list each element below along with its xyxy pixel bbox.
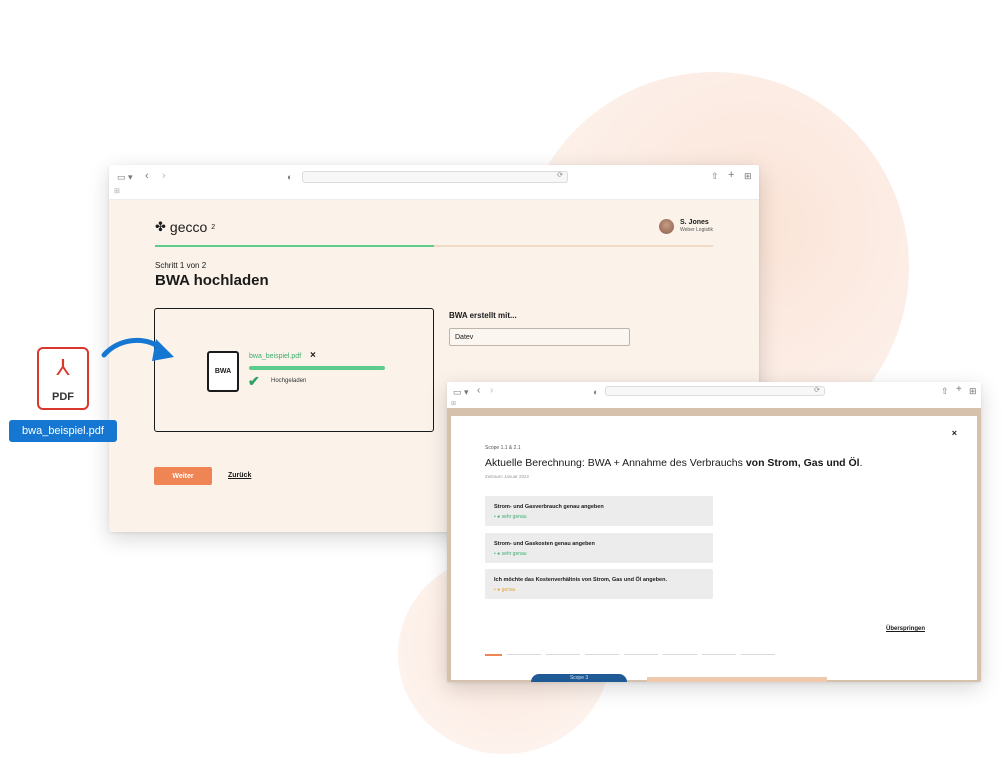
option-quality: • ● genau [494, 587, 516, 593]
reload-icon[interactable]: ⟳ [814, 386, 820, 394]
modal-title-end: . [859, 457, 863, 469]
page-dot[interactable] [507, 654, 541, 655]
forward-nav-icon[interactable]: › [490, 386, 493, 396]
brand-logo[interactable]: ✤ gecco 2 [155, 219, 215, 235]
status-dot-icon: ● [497, 551, 501, 557]
upload-status: Hochgeladen [271, 378, 307, 384]
back-link[interactable]: Zurück [228, 472, 251, 479]
tab-overview-icon[interactable]: ⊞ [969, 386, 977, 396]
background-scope-tab: Scope 3 [531, 674, 627, 682]
skip-link[interactable]: Überspringen [886, 626, 925, 632]
reload-icon[interactable]: ⟳ [557, 171, 563, 179]
status-dot-icon: ● [497, 514, 501, 520]
address-bar[interactable]: ⟳ [302, 171, 568, 183]
background-strip [647, 677, 827, 682]
favorites-icon[interactable]: ⊞ [114, 187, 120, 197]
acrobat-icon: ⅄ [56, 355, 70, 380]
option-title: Ich möchte das Kostenverhältnis von Stro… [494, 577, 667, 583]
page-dot-active[interactable] [485, 654, 502, 656]
step-indicator: Schritt 1 von 2 [155, 261, 207, 270]
modal-title-bold: von Strom, Gas und Öl [745, 457, 860, 469]
back-nav-icon[interactable]: ‹ [477, 386, 480, 396]
bwa-document-icon: BWA [207, 351, 239, 392]
option-card[interactable]: Ich möchte das Kostenverhältnis von Stro… [485, 569, 713, 599]
option-quality: • ● sehr genau [494, 551, 527, 557]
modal-subtitle: Zeitraum Januar 2022 [485, 474, 530, 479]
step-progress-bar [155, 245, 713, 247]
option-quality-text: sehr genau [501, 551, 527, 557]
page-dot[interactable] [546, 654, 580, 655]
address-bar[interactable]: ⟳ [605, 386, 825, 396]
page-dot[interactable] [663, 654, 697, 655]
page-dot[interactable] [585, 654, 619, 655]
privacy-shield-icon: ◐ [593, 387, 599, 397]
avatar [659, 218, 674, 234]
option-quality-text: genau [501, 587, 516, 593]
share-icon[interactable]: ⇧ [711, 171, 719, 181]
status-dot-icon: ● [497, 587, 501, 593]
page-dot[interactable] [702, 654, 736, 655]
page-title: BWA hochladen [155, 272, 269, 289]
next-button[interactable]: Weiter [154, 467, 212, 485]
option-title: Strom- und Gaskosten genau angeben [494, 541, 595, 547]
new-tab-icon[interactable]: + [728, 170, 734, 181]
option-card[interactable]: Strom- und Gasverbrauch genau angeben • … [485, 496, 713, 526]
scope-label: Scope 1.1 & 2.1 [485, 445, 521, 451]
browser-window-scope: ▭ ▾ ‹ › ◐ ⟳ ⇧ + ⊞ ⊞ × Scope 1.1 & 2.1 Ak… [447, 382, 981, 682]
software-field-label: BWA erstellt mit... [449, 311, 517, 320]
page-dot[interactable] [741, 654, 775, 655]
sidebar-toggle-icon[interactable]: ▭ ▾ [453, 387, 469, 397]
brand-sub: 2 [211, 223, 216, 231]
forward-nav-icon[interactable]: › [162, 171, 166, 182]
option-card[interactable]: Strom- und Gaskosten genau angeben • ● s… [485, 533, 713, 563]
user-company: Weber Logistik [680, 227, 713, 233]
user-menu[interactable]: S. Jones Weber Logistik [659, 218, 713, 234]
modal-title: Aktuelle Berechnung: BWA + Annahme des V… [485, 457, 863, 469]
browser-toolbar: ▭ ▾ ‹ › ◐ ⟳ ⇧ + ⊞ ⊞ [109, 165, 759, 200]
privacy-shield-icon: ◐ [287, 172, 293, 182]
sidebar-toggle-icon[interactable]: ▭ ▾ [117, 172, 133, 182]
document-label: BWA [214, 368, 232, 375]
option-quality: • ● sehr genau [494, 514, 527, 520]
drag-arrow-icon [101, 337, 174, 361]
option-title: Strom- und Gasverbrauch genau angeben [494, 504, 604, 510]
upload-dropzone[interactable]: BWA bwa_beispiel.pdf × ✔ Hochgeladen [154, 308, 434, 432]
pdf-filename-tag: bwa_beispiel.pdf [9, 420, 117, 442]
scope-modal: × Scope 1.1 & 2.1 Aktuelle Berechnung: B… [451, 416, 977, 680]
checkmark-icon: ✔ [248, 373, 260, 389]
share-icon[interactable]: ⇧ [941, 386, 949, 396]
brand-name: gecco [169, 219, 208, 235]
step-progress-fill [155, 245, 434, 247]
close-icon[interactable]: × [952, 428, 957, 438]
uploaded-filename: bwa_beispiel.pdf [249, 353, 302, 360]
pdf-file-card[interactable]: ⅄ PDF [37, 347, 89, 410]
page-dot[interactable] [624, 654, 658, 655]
pagination-dots [485, 654, 775, 656]
modal-title-plain: Aktuelle Berechnung: BWA + Annahme des V… [485, 457, 746, 469]
browser-toolbar: ▭ ▾ ‹ › ◐ ⟳ ⇧ + ⊞ ⊞ [447, 382, 981, 409]
upload-progress-bar [249, 366, 385, 370]
pdf-label: PDF [52, 391, 74, 403]
back-nav-icon[interactable]: ‹ [145, 171, 149, 182]
user-name: S. Jones [680, 219, 709, 226]
software-input[interactable]: Datev [449, 328, 630, 346]
leaf-logo-icon: ✤ [155, 219, 166, 234]
tab-overview-icon[interactable]: ⊞ [744, 171, 752, 181]
option-quality-text: sehr genau [501, 514, 527, 520]
new-tab-icon[interactable]: + [956, 385, 962, 395]
remove-file-icon[interactable]: × [310, 350, 316, 361]
